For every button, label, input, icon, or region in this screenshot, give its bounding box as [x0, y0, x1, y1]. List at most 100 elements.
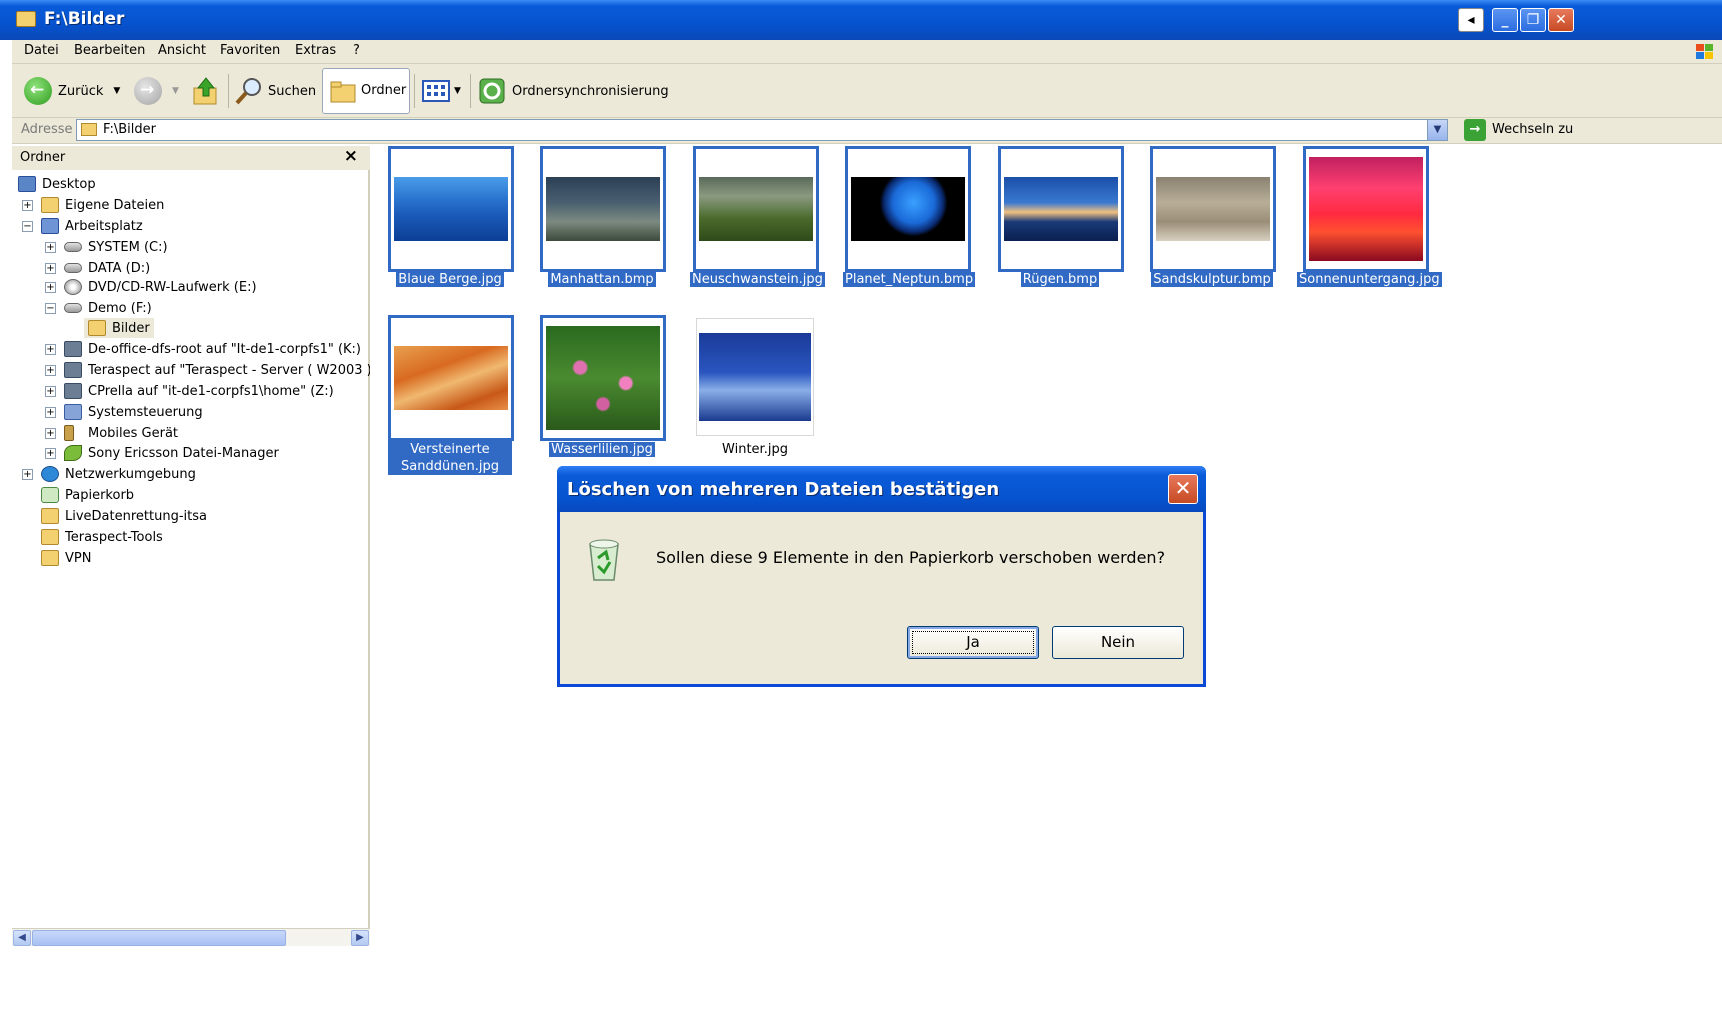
tree-item-papierkorb[interactable]: Papierkorb — [41, 485, 134, 505]
tree-item-bilder[interactable]: Bilder — [84, 318, 154, 338]
chevron-down-icon[interactable]: ▼ — [172, 86, 179, 96]
tree-item-mobiles-geraet[interactable]: + Mobiles Gerät — [45, 423, 178, 443]
menu-datei[interactable]: Datei — [24, 43, 59, 58]
chevron-down-icon[interactable]: ▼ — [454, 86, 461, 96]
documents-icon — [41, 197, 59, 213]
tree-item-systemsteuerung[interactable]: + Systemsteuerung — [45, 402, 203, 422]
go-button[interactable]: Wechseln zu — [1492, 122, 1573, 137]
tree-item-livedatenrettung[interactable]: LiveDatenrettung-itsa — [41, 506, 207, 526]
explorer-window: F:\Bilder ◂ _ ❐ ✕ Datei Bearbeiten Ansic… — [0, 0, 1722, 1033]
views-button[interactable]: ▼ — [422, 74, 461, 108]
collapse-icon[interactable]: − — [22, 220, 33, 232]
file-label[interactable]: Planet_Neptun.bmp — [843, 271, 976, 288]
tree-item-dvd-e[interactable]: + DVD/CD-RW-Laufwerk (E:) — [45, 277, 257, 297]
thumbnail-versteinerte-sandduenen[interactable] — [388, 315, 514, 441]
expand-icon[interactable]: + — [45, 427, 56, 439]
thumbnail-sandskulptur[interactable] — [1150, 146, 1276, 272]
file-label[interactable]: Rügen.bmp — [998, 271, 1122, 288]
file-label[interactable]: Wasserlilien.jpg — [540, 441, 664, 458]
tree-item-network-k[interactable]: + De-office-dfs-root auf "It-de1-corpfs1… — [45, 339, 361, 359]
tree-item-demo-f[interactable]: − Demo (F:) — [45, 298, 152, 318]
dialog-title: Löschen von mehreren Dateien bestätigen — [567, 479, 1000, 500]
thumbnail-neuschwanstein[interactable] — [693, 146, 819, 272]
back-arrow-icon[interactable]: ◂ — [1458, 8, 1484, 32]
tree-item-netzwerkumgebung[interactable]: + Netzwerkumgebung — [22, 464, 196, 484]
expand-icon[interactable]: + — [45, 447, 56, 459]
tree-label: Arbeitsplatz — [65, 218, 143, 234]
image-preview — [394, 177, 508, 241]
folder-pane-header: Ordner × — [12, 146, 370, 170]
scrollbar-thumb[interactable] — [32, 930, 286, 946]
recycle-bin-icon — [41, 487, 59, 503]
expand-icon[interactable]: + — [22, 468, 33, 480]
no-button[interactable]: Nein — [1052, 626, 1184, 659]
menu-bearbeiten[interactable]: Bearbeiten — [74, 43, 145, 58]
file-label[interactable]: Versteinerte Sanddünen.jpg — [388, 441, 512, 475]
thumbnail-blaue-berge[interactable] — [388, 146, 514, 272]
minimize-button[interactable]: _ — [1492, 8, 1518, 32]
chevron-down-icon[interactable]: ▼ — [1427, 120, 1447, 140]
tree-item-teraspect[interactable]: + Teraspect auf "Teraspect - Server ( W2… — [45, 360, 370, 380]
expand-icon[interactable]: + — [45, 343, 56, 355]
tree-item-system-c[interactable]: + SYSTEM (C:) — [45, 237, 168, 257]
back-label: Zurück — [58, 83, 104, 99]
tree-item-arbeitsplatz[interactable]: − Arbeitsplatz — [22, 216, 143, 236]
file-label[interactable]: Winter.jpg — [692, 441, 818, 458]
file-label[interactable]: Neuschwanstein.jpg — [690, 271, 825, 288]
thumbnail-manhattan[interactable] — [540, 146, 666, 272]
close-button[interactable]: ✕ — [1548, 8, 1574, 32]
tree-item-desktop[interactable]: Desktop — [18, 174, 96, 194]
expand-icon[interactable]: + — [45, 406, 56, 418]
folders-button[interactable]: Ordner — [322, 68, 410, 114]
dialog-title-bar[interactable]: Löschen von mehreren Dateien bestätigen … — [557, 466, 1206, 512]
up-folder-button[interactable] — [192, 74, 220, 108]
thumbnail-winter[interactable] — [696, 318, 814, 436]
tree-item-data-d[interactable]: + DATA (D:) — [45, 258, 150, 278]
scroll-right-icon[interactable]: ▶ — [351, 930, 369, 946]
expand-icon[interactable]: + — [45, 364, 56, 376]
menu-help[interactable]: ? — [353, 43, 360, 58]
tree-item-vpn[interactable]: VPN — [41, 548, 91, 568]
file-label[interactable]: Sonnenuntergang.jpg — [1297, 271, 1442, 288]
search-button[interactable]: Suchen — [234, 74, 316, 108]
go-arrow-icon[interactable]: → — [1464, 119, 1486, 141]
thumbnail-planet-neptun[interactable] — [845, 146, 971, 272]
expand-icon[interactable]: + — [45, 241, 56, 253]
toolbar-separator — [228, 74, 229, 108]
yes-button[interactable]: Ja — [907, 626, 1039, 659]
image-preview — [394, 346, 508, 410]
horizontal-scrollbar[interactable]: ◀ ▶ — [12, 928, 370, 946]
dialog-close-button[interactable]: ✕ — [1168, 474, 1198, 504]
chevron-down-icon[interactable]: ▼ — [113, 86, 120, 96]
file-label[interactable]: Sandskulptur.bmp — [1150, 271, 1274, 288]
scroll-left-icon[interactable]: ◀ — [13, 930, 31, 946]
file-label[interactable]: Blaue Berge.jpg — [388, 271, 512, 288]
tree-item-teraspect-tools[interactable]: Teraspect-Tools — [41, 527, 163, 547]
thumbnail-wasserlilien[interactable] — [540, 315, 666, 441]
image-preview — [1309, 157, 1423, 261]
expand-icon[interactable]: + — [45, 385, 56, 397]
tree-item-sony-ericsson[interactable]: + Sony Ericsson Datei-Manager — [45, 443, 279, 463]
collapse-icon[interactable]: − — [45, 302, 56, 314]
tree-label: Bilder — [112, 320, 150, 336]
forward-button[interactable]: → ▼ — [134, 74, 179, 108]
tree-item-cprella-z[interactable]: + CPrella auf "it-de1-corpfs1\home" (Z:) — [45, 381, 334, 401]
expand-icon[interactable]: + — [45, 281, 56, 293]
expand-icon[interactable]: + — [22, 199, 33, 211]
back-button[interactable]: ← Zurück ▼ — [24, 74, 120, 108]
expand-icon[interactable]: + — [45, 262, 56, 274]
tree-label: Demo (F:) — [88, 300, 152, 316]
address-input[interactable]: F:\Bilder ▼ — [76, 119, 1448, 141]
tree-item-eigene-dateien[interactable]: + Eigene Dateien — [22, 195, 164, 215]
close-pane-icon[interactable]: × — [344, 146, 358, 166]
menu-extras[interactable]: Extras — [295, 43, 336, 58]
title-bar[interactable]: F:\Bilder ◂ _ ❐ ✕ — [0, 0, 1722, 40]
thumbnail-ruegen[interactable] — [998, 146, 1124, 272]
toolbar-separator — [470, 74, 471, 108]
sync-button[interactable]: Ordnersynchronisierung — [478, 74, 669, 108]
menu-favoriten[interactable]: Favoriten — [220, 43, 280, 58]
file-label[interactable]: Manhattan.bmp — [540, 271, 664, 288]
restore-button[interactable]: ❐ — [1520, 8, 1546, 32]
menu-ansicht[interactable]: Ansicht — [158, 43, 206, 58]
thumbnail-sonnenuntergang[interactable] — [1303, 146, 1429, 272]
